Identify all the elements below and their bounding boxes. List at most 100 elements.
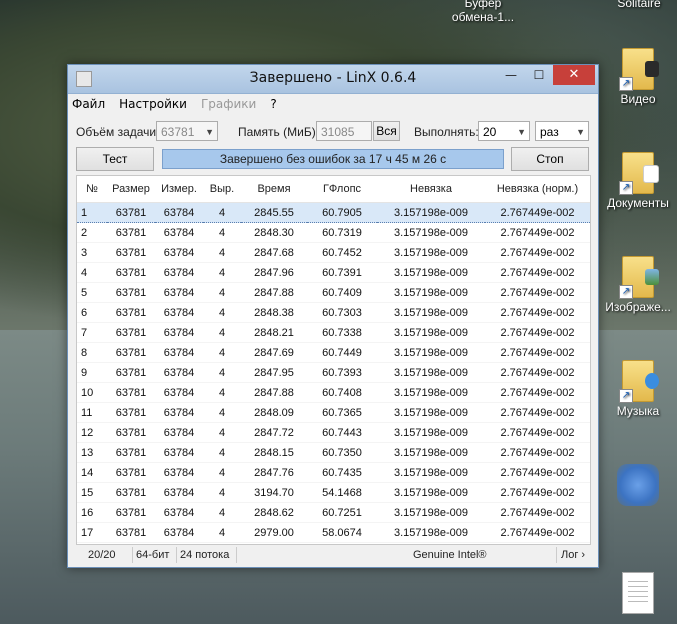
- table-cell: 2.767449e-002: [485, 422, 590, 443]
- table-cell: 2.767449e-002: [485, 402, 590, 423]
- table-row[interactable]: 8 63781 63784 4 2847.69 60.7449 3.157198e-009 2…: [77, 342, 590, 363]
- table-cell: 63781: [107, 362, 155, 383]
- table-cell: 63784: [155, 262, 203, 283]
- table-row[interactable]: 11 63781 63784 4 2848.09 60.7365 3.157198e-009…: [77, 402, 590, 423]
- memory-value: 31085: [321, 125, 355, 139]
- table-cell: 3.157198e-009: [377, 222, 485, 243]
- table-cell: 60.7905: [307, 202, 377, 223]
- table-cell: 4: [203, 522, 241, 543]
- table-row[interactable]: 2 63781 63784 4 2848.30 60.7319 3.157198e-009 2…: [77, 222, 590, 243]
- table-cell: 58.0674: [307, 522, 377, 543]
- table-cell: 4: [203, 462, 241, 483]
- table-cell: 60.7303: [307, 302, 377, 323]
- desktop-icon-pictures[interactable]: ↗ Изображе...: [603, 256, 673, 314]
- menu-file[interactable]: Файл: [72, 97, 105, 111]
- table-cell: 4: [203, 202, 241, 223]
- desktop-icon-solitaire[interactable]: Solitaire: [604, 0, 674, 10]
- table-cell: 13: [77, 442, 107, 463]
- table-cell: 2.767449e-002: [485, 262, 590, 283]
- table-cell: 16: [77, 502, 107, 523]
- desktop-icon-video[interactable]: ↗ Видео: [603, 48, 673, 106]
- run-count-select[interactable]: 20 ▼: [478, 121, 530, 141]
- menu-help[interactable]: ?: [270, 97, 276, 111]
- table-cell: 2.767449e-002: [485, 342, 590, 363]
- table-row[interactable]: 14 63781 63784 4 2847.76 60.7435 3.157198e-009…: [77, 462, 590, 483]
- table-cell: 63781: [107, 242, 155, 263]
- linx-window: Завершено - LinX 0.6.4 — ☐ ✕ Файл Настро…: [67, 64, 599, 568]
- shortcut-arrow-icon: ↗: [619, 181, 633, 195]
- table-cell: 60.7408: [307, 382, 377, 403]
- task-size-label: Объём задачи:: [76, 125, 160, 139]
- table-cell: 4: [203, 322, 241, 343]
- table-cell: 2847.88: [241, 282, 307, 303]
- column-header[interactable]: Невязка: [377, 176, 485, 203]
- table-row[interactable]: 10 63781 63784 4 2847.88 60.7408 3.157198e-009…: [77, 382, 590, 403]
- task-size-select[interactable]: 63781 ▼: [156, 121, 218, 141]
- minimize-button[interactable]: —: [497, 65, 525, 85]
- menu-settings[interactable]: Настройки: [119, 97, 187, 111]
- table-cell: 4: [203, 502, 241, 523]
- table-cell: 3.157198e-009: [377, 422, 485, 443]
- table-row[interactable]: 6 63781 63784 4 2848.38 60.7303 3.157198e-009 2…: [77, 302, 590, 323]
- run-unit-select[interactable]: раз ▼: [535, 121, 589, 141]
- table-cell: 63781: [107, 402, 155, 423]
- folder-icon: ↗: [619, 360, 659, 403]
- table-row[interactable]: 9 63781 63784 4 2847.95 60.7393 3.157198e-009 2…: [77, 362, 590, 383]
- column-header[interactable]: Время: [241, 176, 307, 203]
- table-cell: 2.767449e-002: [485, 382, 590, 403]
- run-count-label: Выполнять:: [414, 125, 479, 139]
- table-cell: 63784: [155, 362, 203, 383]
- column-header[interactable]: Невязка (норм.): [485, 176, 590, 203]
- stop-button[interactable]: Стоп: [511, 147, 589, 171]
- test-button[interactable]: Тест: [76, 147, 154, 171]
- table-row[interactable]: 13 63781 63784 4 2848.15 60.7350 3.157198e-009…: [77, 442, 590, 463]
- shortcut-arrow-icon: ↗: [619, 77, 633, 91]
- table-cell: 63784: [155, 462, 203, 483]
- table-row[interactable]: 17 63781 63784 4 2979.00 58.0674 3.157198e-009…: [77, 522, 590, 543]
- table-cell: 3194.70: [241, 482, 307, 503]
- table-row[interactable]: 5 63781 63784 4 2847.88 60.7409 3.157198e-009 2…: [77, 282, 590, 303]
- task-size-value: 63781: [161, 125, 195, 139]
- desktop-icon-text-file[interactable]: [603, 572, 673, 616]
- maximize-button[interactable]: ☐: [525, 65, 553, 85]
- log-button[interactable]: Лог ›: [561, 549, 585, 561]
- table-cell: 9: [77, 362, 107, 383]
- table-cell: 4: [203, 282, 241, 303]
- table-cell: 2847.72: [241, 422, 307, 443]
- memory-input[interactable]: 31085: [316, 121, 372, 141]
- desktop-icon-label: Solitaire: [617, 0, 661, 10]
- table-row[interactable]: 1 63781 63784 4 2845.55 60.7905 3.157198e-009 2…: [77, 202, 590, 223]
- column-header[interactable]: Выр.: [203, 176, 241, 203]
- table-row[interactable]: 3 63781 63784 4 2847.68 60.7452 3.157198e-009 2…: [77, 242, 590, 263]
- blurred-app-icon[interactable]: [617, 464, 659, 506]
- desktop-icon-music[interactable]: ↗ Музыка: [603, 360, 673, 418]
- title-bar[interactable]: Завершено - LinX 0.6.4 — ☐ ✕: [68, 65, 598, 94]
- results-table[interactable]: № Размер Измер. Выр. Время ГФлопс Невязк…: [76, 175, 591, 545]
- column-header[interactable]: Измер.: [155, 176, 203, 203]
- table-cell: 60.7251: [307, 502, 377, 523]
- column-header[interactable]: ГФлопс: [307, 176, 377, 203]
- desktop-icon-documents[interactable]: ↗ Документы: [603, 152, 673, 210]
- table-row[interactable]: 16 63781 63784 4 2848.62 60.7251 3.157198e-009…: [77, 502, 590, 523]
- table-cell: 63781: [107, 222, 155, 243]
- table-cell: 63781: [107, 462, 155, 483]
- column-header[interactable]: Размер: [107, 176, 155, 203]
- desktop-icon-clipboard[interactable]: Буфер обмена-1...: [448, 0, 518, 24]
- table-cell: 4: [203, 302, 241, 323]
- table-cell: 63784: [155, 242, 203, 263]
- table-row[interactable]: 7 63781 63784 4 2848.21 60.7338 3.157198e-009 2…: [77, 322, 590, 343]
- table-row[interactable]: 4 63781 63784 4 2847.96 60.7391 3.157198e-009 2…: [77, 262, 590, 283]
- table-cell: 7: [77, 322, 107, 343]
- column-header[interactable]: №: [77, 176, 107, 203]
- table-cell: 63781: [107, 342, 155, 363]
- table-cell: 11: [77, 402, 107, 423]
- memory-label: Память (МиБ):: [238, 125, 320, 139]
- table-row[interactable]: 15 63781 63784 4 3194.70 54.1468 3.157198e-009…: [77, 482, 590, 503]
- close-button[interactable]: ✕: [553, 65, 595, 85]
- status-divider: [176, 547, 177, 563]
- folder-icon: ↗: [619, 48, 659, 91]
- table-row[interactable]: 12 63781 63784 4 2847.72 60.7443 3.157198e-009…: [77, 422, 590, 443]
- table-cell: 2.767449e-002: [485, 222, 590, 243]
- all-memory-button[interactable]: Вся: [373, 121, 400, 141]
- table-cell: 4: [203, 222, 241, 243]
